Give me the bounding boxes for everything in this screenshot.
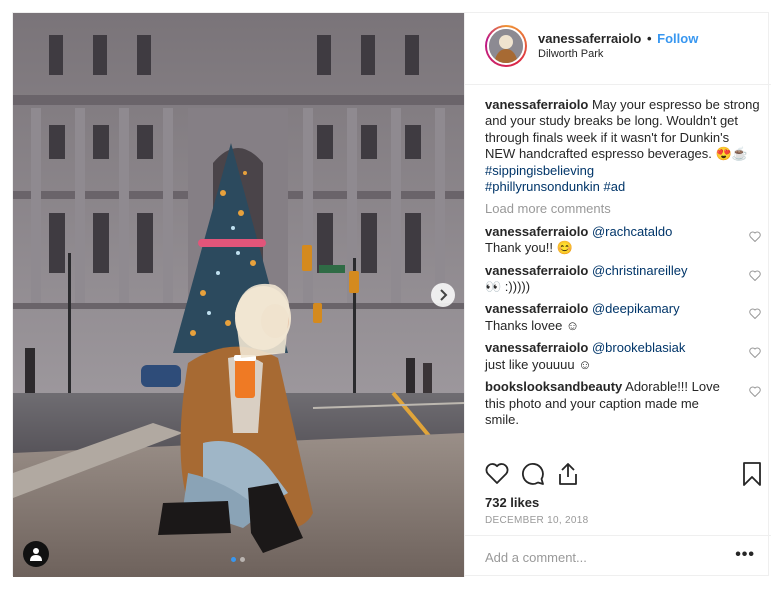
comments-list: vanessaferraiolo May your espresso be st… <box>485 97 761 434</box>
hashtag-link[interactable]: #phillyrunsondunkin <box>485 179 600 194</box>
post-date: DECEMBER 10, 2018 <box>485 515 589 526</box>
caption: vanessaferraiolo May your espresso be st… <box>485 97 761 195</box>
avatar-image <box>489 29 523 63</box>
comment-item: vanessaferraiolo @christinareilley 👀 :))… <box>485 263 761 296</box>
user-tags-button[interactable] <box>23 541 49 567</box>
post-header: vanessaferraiolo • Follow Dilworth Park <box>465 13 771 85</box>
likes-count[interactable]: 732 likes <box>485 495 539 510</box>
instagram-post: vanessaferraiolo • Follow Dilworth Park … <box>12 12 771 577</box>
carousel-dot-active <box>231 557 236 562</box>
comment-username[interactable]: vanessaferraiolo <box>485 340 588 355</box>
comment-text: Thanks lovee ☺ <box>485 317 580 333</box>
heart-icon[interactable] <box>485 462 509 484</box>
comment-icon[interactable] <box>521 462 545 486</box>
add-comment-input[interactable]: Add a comment... <box>485 550 587 565</box>
share-icon[interactable] <box>557 462 579 486</box>
hashtag-link[interactable]: #sippingisbelieving <box>485 163 594 178</box>
bookmark-icon[interactable] <box>743 462 761 486</box>
hashtag-link[interactable]: #ad <box>604 179 626 194</box>
post-details: vanessaferraiolo • Follow Dilworth Park … <box>464 13 771 577</box>
chevron-right-icon <box>440 289 448 301</box>
next-image-button[interactable] <box>431 283 455 307</box>
user-tag-icon <box>30 548 42 561</box>
location-link[interactable]: Dilworth Park <box>538 48 698 60</box>
photo-illustration <box>13 13 464 577</box>
action-bar <box>465 452 771 492</box>
heart-icon[interactable] <box>749 308 761 320</box>
post-photo[interactable] <box>13 13 464 577</box>
comment-item: vanessaferraiolo @deepikamary Thanks lov… <box>485 301 761 334</box>
comment-username[interactable]: bookslooksandbeauty <box>485 379 622 394</box>
story-ring[interactable] <box>485 25 527 67</box>
load-more-comments-button[interactable]: Load more comments <box>485 201 761 217</box>
follow-button[interactable]: Follow <box>657 31 698 46</box>
heart-icon[interactable] <box>749 231 761 242</box>
carousel-dots <box>231 557 245 562</box>
comment-item: vanessaferraiolo @brookeblasiak just lik… <box>485 340 761 373</box>
more-options-button[interactable]: ••• <box>735 546 755 564</box>
comment-item: vanessaferraiolo @rachcataldo Thank you!… <box>485 224 761 257</box>
comment-text: Thank you!! 😊 <box>485 240 573 256</box>
heart-icon[interactable] <box>749 386 761 398</box>
add-comment-bar: Add a comment... ••• <box>465 535 771 577</box>
comment-item: bookslooksandbeauty Adorable!!! Love thi… <box>485 379 761 428</box>
header-username[interactable]: vanessaferraiolo <box>538 31 641 46</box>
header-text: vanessaferraiolo • Follow Dilworth Park <box>538 31 698 60</box>
comment-text: just like youuuu ☺ <box>485 356 592 372</box>
comment-mention[interactable]: @christinareilley <box>592 263 688 278</box>
carousel-dot <box>240 557 245 562</box>
comment-mention[interactable]: @rachcataldo <box>592 224 672 239</box>
header-separator: • <box>646 31 652 46</box>
comment-username[interactable]: vanessaferraiolo <box>485 263 588 278</box>
comment-text: 👀 :))))) <box>485 279 531 295</box>
comment-username[interactable]: vanessaferraiolo <box>485 301 588 316</box>
avatar[interactable] <box>487 27 525 65</box>
comment-username[interactable]: vanessaferraiolo <box>485 224 588 239</box>
caption-username[interactable]: vanessaferraiolo <box>485 97 588 112</box>
comment-mention[interactable]: @brookeblasiak <box>592 340 685 355</box>
heart-icon[interactable] <box>749 270 761 281</box>
header-line: vanessaferraiolo • Follow <box>538 31 698 46</box>
comment-mention[interactable]: @deepikamary <box>592 301 680 316</box>
heart-icon[interactable] <box>749 347 761 359</box>
